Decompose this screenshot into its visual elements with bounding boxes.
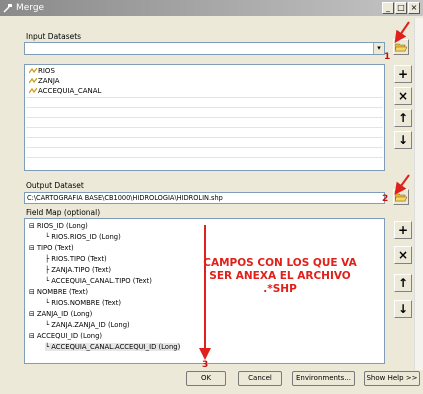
annotation-arrows — [199, 21, 410, 360]
annotation-number-3: 3 — [202, 360, 209, 370]
annotation-number-2: 2 — [382, 194, 389, 204]
annotation-number-1: 1 — [384, 52, 391, 62]
arrow-2 — [394, 174, 410, 195]
merge-dialog: Merge _ □ × Input Datasets ▾ RIOS ZANJA … — [0, 0, 423, 394]
arrow-1 — [394, 21, 410, 43]
